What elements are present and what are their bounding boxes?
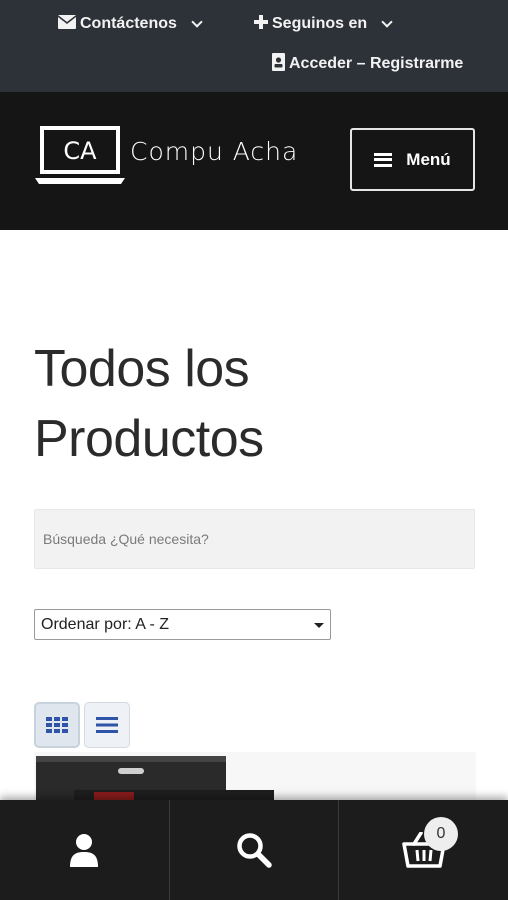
product-search-input[interactable] (35, 510, 474, 568)
grid-icon (46, 717, 68, 733)
site-logo[interactable]: CA Compu Acha (34, 126, 344, 186)
login-register-link[interactable]: Acceder – Registrarme (272, 52, 463, 76)
chevron-down-icon (191, 15, 203, 28)
login-label: Acceder – Registrarme (289, 55, 464, 72)
page-title-line-1: Todos los (34, 340, 250, 398)
product-thumbnail[interactable] (34, 752, 476, 802)
chevron-down-icon (381, 15, 393, 28)
account-button[interactable] (0, 800, 169, 900)
bottom-navigation (0, 800, 508, 900)
sort-selected-value: Ordenar por: A - Z (41, 615, 170, 633)
grid-view-button[interactable] (34, 702, 80, 748)
follow-label: Seguinos en (272, 15, 368, 32)
product-image (34, 752, 476, 802)
user-icon (70, 834, 99, 867)
contact-dropdown[interactable]: Contáctenos (57, 12, 203, 36)
list-view-button[interactable] (84, 702, 130, 748)
id-card-icon (272, 52, 285, 76)
logo-text: Compu Acha (130, 136, 299, 166)
sort-select[interactable]: Ordenar por: A - Z (34, 609, 331, 640)
envelope-icon (57, 14, 77, 34)
list-icon (96, 717, 118, 733)
hamburger-icon (374, 152, 393, 167)
plus-icon (254, 14, 268, 34)
menu-label: Menú (406, 149, 451, 169)
contact-label: Contáctenos (80, 15, 177, 32)
cart-count-badge: 0 (424, 817, 458, 851)
page-title-line-2: Productos (34, 410, 264, 468)
laptop-logo-icon: CA (35, 126, 125, 184)
cart-button[interactable] (338, 800, 508, 900)
dropdown-arrow-icon (314, 623, 324, 628)
site-header: CA Compu Acha Menú (0, 92, 508, 230)
search-button[interactable] (168, 800, 339, 900)
page-title: Todos los Productos (34, 334, 474, 474)
menu-button[interactable]: Menú (350, 128, 475, 191)
follow-dropdown[interactable]: Seguinos en (254, 12, 393, 36)
search-icon (237, 833, 272, 868)
logo-mark: CA (63, 137, 97, 165)
top-bar: Contáctenos Seguinos en Acceder – Regist… (0, 0, 508, 92)
product-search-box (34, 509, 475, 569)
